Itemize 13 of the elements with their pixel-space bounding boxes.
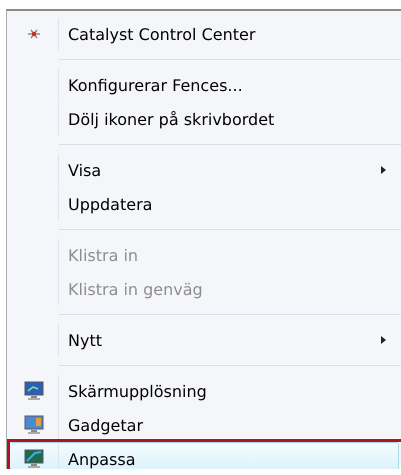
monitor-icon [23,448,45,469]
menu-item[interactable]: Uppdatera [9,187,399,221]
menu-item[interactable]: Nytt [9,323,399,357]
monitor-icon [23,380,45,402]
menu-item[interactable]: Skärmupplösning [9,374,399,408]
monitor-icon [23,414,45,436]
star-icon [27,29,41,39]
menu-item[interactable]: Konfigurerar Fences... [9,68,399,102]
menu-item[interactable]: Catalyst Control Center [9,17,399,51]
menu-item[interactable]: Anpassa [9,442,399,469]
menu-item[interactable]: Dölj ikoner på skrivbordet [9,102,399,136]
menu-item[interactable]: Visa [9,153,399,187]
menu-item[interactable]: Gadgetar [9,408,399,442]
